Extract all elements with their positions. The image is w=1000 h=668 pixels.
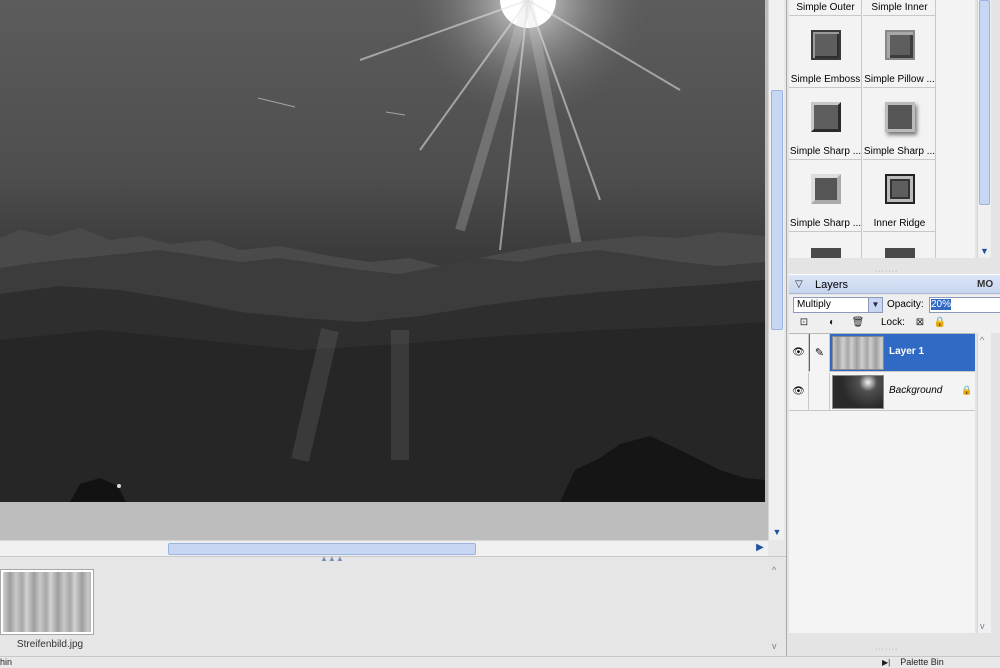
style-preview-icon <box>811 248 841 258</box>
layer-style-label: Simple Pillow ... <box>864 74 935 85</box>
palette-bin-toggle[interactable]: ▶| Palette Bin <box>882 657 944 668</box>
layer-style-tile[interactable] <box>863 232 936 258</box>
layer-styles-panel: Simple Outer Simple Inner Simple Emboss Sim… <box>789 0 975 258</box>
new-layer-icon[interactable]: ⊡ <box>797 317 811 329</box>
layers-list: 👁 ✎ Layer 1 👁 Background 🔒 <box>789 333 975 633</box>
opacity-label: Opacity: <box>887 299 924 310</box>
layer-style-tile[interactable]: Simple Emboss <box>789 16 862 88</box>
layers-palette-header[interactable]: ▽ Layers MO <box>789 274 1000 294</box>
layer-name: Background <box>889 385 943 396</box>
style-preview-icon <box>885 174 915 204</box>
layer-thumbnail <box>832 375 884 409</box>
photo-bin: ▲▲▲ Streifenbild.jpg ^ v <box>0 555 786 656</box>
blend-mode-value: Multiply <box>797 299 831 310</box>
layer-row-layer-1[interactable]: 👁 ✎ Layer 1 <box>789 334 975 372</box>
layers-scrollbar[interactable]: ^ v <box>977 333 991 633</box>
layer-style-label: Simple Sharp ... <box>863 146 936 157</box>
layer-style-tile[interactable]: Simple Sharp ... <box>863 88 936 160</box>
opacity-input[interactable]: 20% <box>929 297 1000 313</box>
adjustment-layer-icon[interactable]: ◐ <box>825 317 839 329</box>
eye-icon[interactable]: 👁 <box>789 373 809 411</box>
layer-style-label: Simple Sharp ... <box>789 146 862 157</box>
scroll-down-arrow-icon[interactable]: v <box>980 621 985 631</box>
layer-style-label: Simple Emboss <box>790 74 861 85</box>
style-preview-icon <box>885 30 915 60</box>
layer-style-label: Simple Outer <box>796 2 855 13</box>
styles-scrollbar[interactable]: ▼ <box>977 0 991 258</box>
photo-bin-thumbnail[interactable] <box>0 569 94 635</box>
layer-style-tile[interactable]: Inner Ridge <box>863 160 936 232</box>
trash-icon[interactable]: 🗑 <box>851 317 865 329</box>
layer-style-label: Inner Ridge <box>873 218 926 229</box>
scroll-down-arrow-icon[interactable]: ▼ <box>771 526 783 538</box>
scroll-up-arrow-icon[interactable]: ^ <box>772 565 776 575</box>
photo-bin-resize-grip[interactable]: ▲▲▲ <box>320 555 344 563</box>
photo-bin-scrollbar[interactable]: ^ v <box>770 561 784 653</box>
collapse-triangle-icon[interactable]: ▽ <box>795 279 803 290</box>
layers-options-bar: Multiply ▼ Opacity: 20% ⊡ ◐ 🗑 Lock: ⊠ 🔒 <box>789 295 1000 333</box>
status-bar: hin ▶| Palette Bin <box>0 656 1000 667</box>
eye-icon[interactable]: 👁 <box>789 334 809 372</box>
lock-transparency-icon[interactable]: ⊠ <box>913 317 927 329</box>
style-preview-icon <box>885 102 915 132</box>
status-text: hin <box>0 657 13 667</box>
layer-style-tile[interactable] <box>789 232 862 258</box>
style-preview-icon <box>811 174 841 204</box>
more-menu-button[interactable]: MO <box>977 279 993 290</box>
layer-name: Layer 1 <box>889 346 925 357</box>
layer-style-tile[interactable]: Simple Inner <box>863 0 936 16</box>
brush-icon[interactable]: ✎ <box>810 334 830 372</box>
scroll-down-arrow-icon[interactable]: ▼ <box>979 246 990 256</box>
opacity-value: 20% <box>931 299 952 310</box>
canvas-vertical-scroll-thumb[interactable] <box>771 90 783 330</box>
canvas-vertical-scrollbar[interactable]: ▼ <box>768 0 784 540</box>
layer-style-tile[interactable]: Simple Sharp ... <box>789 88 862 160</box>
style-preview-icon <box>811 30 841 60</box>
canvas-horizontal-scrollbar[interactable]: ▶ <box>0 540 768 556</box>
canvas-area[interactable] <box>0 0 768 540</box>
panel-resize-grip[interactable]: ······· <box>875 646 915 653</box>
palette-bin-arrow-icon: ▶| <box>882 658 891 667</box>
scroll-up-arrow-icon[interactable]: ^ <box>980 335 984 345</box>
link-empty-cell[interactable] <box>810 373 830 411</box>
thumbnail-image <box>3 572 91 632</box>
scroll-down-arrow-icon[interactable]: v <box>772 641 777 651</box>
photo-bin-file-name: Streifenbild.jpg <box>16 639 84 650</box>
layers-palette-title: Layers <box>815 279 849 291</box>
layer-style-tile[interactable]: Simple Sharp ... <box>789 160 862 232</box>
palette-bin-label: Palette Bin <box>900 657 944 667</box>
chevron-down-icon[interactable]: ▼ <box>868 298 882 312</box>
landscape-photo <box>0 0 765 502</box>
style-preview-icon <box>885 248 915 258</box>
layer-style-tile[interactable]: Simple Outer <box>789 0 862 16</box>
style-preview-icon <box>811 102 841 132</box>
lock-label: Lock: <box>881 317 905 328</box>
lock-icon: 🔒 <box>961 385 973 395</box>
styles-scroll-thumb[interactable] <box>979 0 990 205</box>
layer-style-label: Simple Inner <box>871 2 928 13</box>
scroll-right-arrow-icon[interactable]: ▶ <box>754 542 766 554</box>
palette-bin: Simple Outer Simple Inner Simple Emboss Sim… <box>786 0 1000 656</box>
layer-style-label: Simple Sharp ... <box>789 218 862 229</box>
lock-all-icon[interactable]: 🔒 <box>933 317 947 329</box>
layer-row-background[interactable]: 👁 Background 🔒 <box>789 373 975 411</box>
layer-thumbnail <box>832 336 884 370</box>
scrollbar-corner <box>768 540 784 556</box>
layer-style-tile[interactable]: Simple Pillow ... <box>863 16 936 88</box>
document-image[interactable] <box>0 0 765 502</box>
blend-mode-select[interactable]: Multiply ▼ <box>793 297 883 313</box>
